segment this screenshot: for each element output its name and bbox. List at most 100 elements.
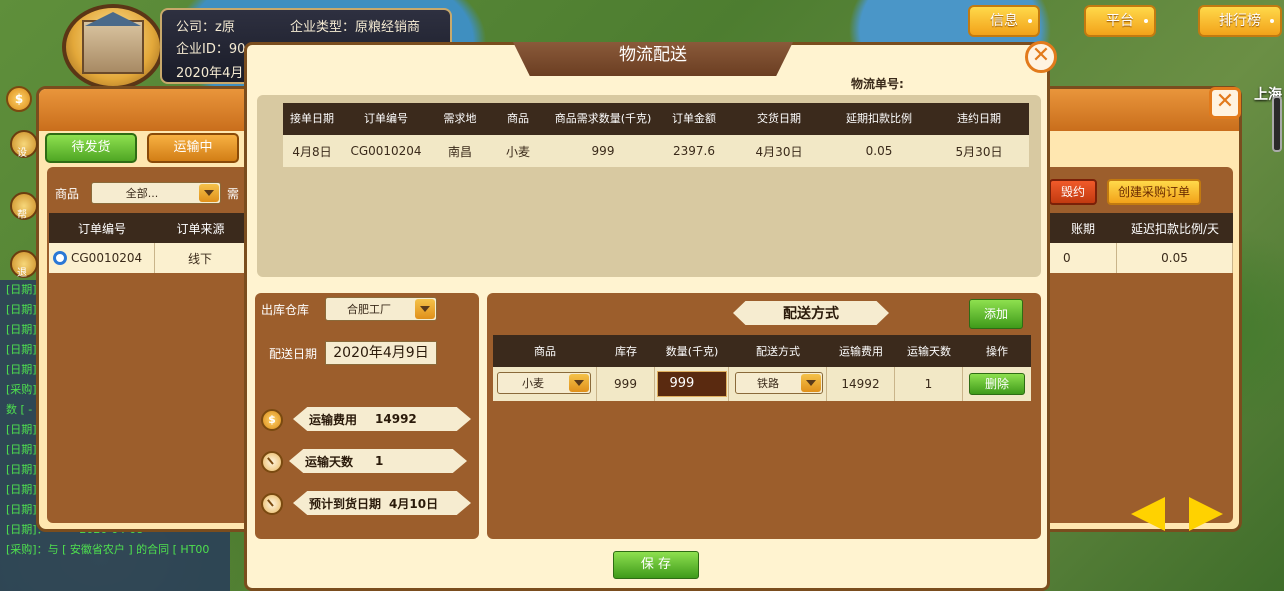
cost-value: 14992 — [375, 412, 417, 426]
column-header: 订单金额 — [672, 112, 716, 125]
stock-cell: 999 — [597, 367, 655, 401]
table-row[interactable]: CG0010204 线下 — [49, 243, 246, 273]
company-avatar[interactable] — [62, 4, 164, 90]
filter-label: 商品 — [55, 187, 80, 201]
side-label: 帮 — [17, 210, 27, 221]
tab-in-transit[interactable]: 运输中 — [147, 133, 239, 163]
info-button[interactable]: 信息 — [968, 5, 1040, 37]
column-header: 运输天数 — [907, 345, 951, 358]
column-header: 运输费用 — [839, 345, 883, 358]
column-header: 订单编号 — [77, 221, 126, 236]
company-type: 企业类型：原粮经销商 — [290, 20, 421, 35]
table-row[interactable]: 4月8日 CG0010204 南昌 小麦 999 2397.6 4月30日 0.… — [283, 135, 1029, 167]
destination-cell: 南昌 — [447, 144, 472, 159]
table-header: 账期 延迟扣款比例/天 — [1049, 213, 1233, 243]
chevron-down-icon — [415, 299, 435, 319]
company-name: 公司：z原 — [176, 20, 235, 35]
building-icon — [82, 20, 144, 74]
column-header: 延迟扣款比例/天 — [1130, 221, 1220, 236]
column-header: 违约日期 — [957, 112, 1001, 125]
order-id-cell: CG0010204 — [350, 144, 422, 158]
side-label: 设 — [17, 148, 27, 159]
delivery-date-cell: 4月30日 — [755, 144, 803, 159]
help-icon[interactable]: 帮 — [10, 192, 38, 221]
delete-button[interactable]: 删除 — [969, 373, 1025, 395]
column-header: 操作 — [986, 345, 1008, 358]
table-header: 商品 库存 数量(千克) 配送方式 运输费用 运输天数 操作 — [493, 335, 1031, 367]
chevron-down-icon — [199, 184, 219, 202]
column-header: 商品需求数量(千克) — [554, 112, 652, 125]
product-filter-select[interactable]: 全部... — [91, 182, 221, 204]
company-id: 企业ID：90 — [176, 42, 246, 57]
breach-contract-button[interactable]: 毁约 — [1049, 179, 1097, 205]
column-header: 交货日期 — [757, 112, 801, 125]
ship-date-label: 配送日期 — [269, 347, 318, 361]
product-value: 小麦 — [522, 377, 544, 390]
close-icon[interactable]: ✕ — [1209, 87, 1241, 119]
column-header: 商品 — [507, 112, 529, 125]
product-cell: 小麦 — [505, 144, 530, 159]
order-summary-table: 接单日期 订单编号 需求地 商品 商品需求数量(千克) 订单金额 交货日期 延期… — [283, 103, 1029, 167]
filter-label-demand: 需 — [227, 187, 240, 201]
settings-icon[interactable]: 设 — [10, 130, 38, 159]
transport-days-ribbon: 运输天数 1 — [289, 449, 467, 473]
save-button[interactable]: 保 存 — [613, 551, 699, 579]
logistics-dialog: 物流配送 ✕ 物流单号: 接单日期 订单编号 需求地 商品 商品需求数量(千克)… — [244, 41, 1057, 591]
transport-cost-ribbon: 运输费用 14992 — [293, 407, 471, 431]
chevron-down-icon — [801, 374, 821, 392]
table-row[interactable]: 0 0.05 — [1049, 243, 1233, 273]
tab-pending-shipment[interactable]: 待发货 — [45, 133, 137, 163]
breach-date-cell: 5月30日 — [955, 144, 1003, 159]
transport-cost-cell: 14992 — [827, 367, 895, 401]
column-header: 库存 — [615, 345, 637, 358]
platform-button[interactable]: 平台 — [1084, 5, 1156, 37]
transport-method-value: 铁路 — [757, 377, 779, 390]
delay-rate-cell: 0.05 — [1117, 243, 1233, 273]
table-header: 接单日期 订单编号 需求地 商品 商品需求数量(千克) 订单金额 交货日期 延期… — [283, 103, 1029, 135]
product-filter-value: 全部... — [125, 187, 159, 200]
cost-label: 运输费用 — [309, 412, 358, 427]
transport-method-select[interactable]: 铁路 — [735, 372, 823, 394]
delay-rate-cell: 0.05 — [865, 144, 893, 158]
close-icon[interactable]: ✕ — [1025, 41, 1057, 73]
days-value: 1 — [375, 454, 384, 468]
column-header: 订单来源 — [176, 221, 225, 236]
chevron-down-icon — [569, 374, 589, 392]
warehouse-value: 合肥工厂 — [347, 303, 391, 316]
warehouse-select[interactable]: 合肥工厂 — [325, 297, 437, 321]
quantity-cell: 999 — [591, 144, 615, 158]
add-button[interactable]: 添加 — [969, 299, 1023, 329]
column-header: 需求地 — [443, 112, 477, 125]
current-date: 2020年4月 — [176, 66, 244, 81]
transport-days-cell: 1 — [895, 367, 963, 401]
days-label: 运输天数 — [305, 454, 354, 469]
column-header: 数量(千克) — [665, 345, 719, 358]
order-id-cell: CG0010204 — [71, 251, 143, 265]
gold-coin-icon: $ — [261, 409, 283, 431]
table-row[interactable]: 小麦 999 999 铁路 14992 1 删除 — [493, 367, 1031, 401]
zoom-slider[interactable] — [1272, 96, 1282, 152]
amount-cell: 2397.6 — [673, 144, 715, 158]
row-radio[interactable] — [53, 251, 67, 265]
exit-icon[interactable]: 退 — [10, 250, 38, 279]
eta-value: 4月10日 — [389, 496, 439, 511]
ship-date-field[interactable]: 2020年4月9日 — [325, 341, 437, 365]
delivery-method-panel: 配送方式 添加 商品 库存 数量(千克) 配送方式 运输费用 运输天数 操作 小… — [487, 293, 1041, 539]
delivery-detail-table: 商品 库存 数量(千克) 配送方式 运输费用 运输天数 操作 小麦 999 99… — [493, 335, 1031, 401]
side-label: 退 — [17, 268, 27, 279]
warehouse-label: 出库仓库 — [261, 303, 310, 317]
column-header: 账期 — [1070, 221, 1095, 236]
product-select[interactable]: 小麦 — [497, 372, 591, 394]
table-header: 订单编号 订单来源 — [49, 213, 246, 243]
order-source-cell: 线下 — [155, 243, 246, 273]
order-terms-table: 账期 延迟扣款比例/天 0 0.05 — [1049, 213, 1233, 273]
column-header: 接单日期 — [290, 112, 334, 125]
clock-icon — [261, 493, 283, 515]
pending-orders-table: 订单编号 订单来源 CG0010204 线下 — [49, 213, 246, 273]
quantity-input[interactable]: 999 — [656, 371, 727, 397]
ranking-button[interactable]: 排行榜 — [1198, 5, 1282, 37]
column-header: 商品 — [534, 345, 556, 358]
period-cell: 0 — [1049, 243, 1117, 273]
create-purchase-order-button[interactable]: 创建采购订单 — [1107, 179, 1201, 205]
order-summary-area: 接单日期 订单编号 需求地 商品 商品需求数量(千克) 订单金额 交货日期 延期… — [257, 95, 1041, 277]
